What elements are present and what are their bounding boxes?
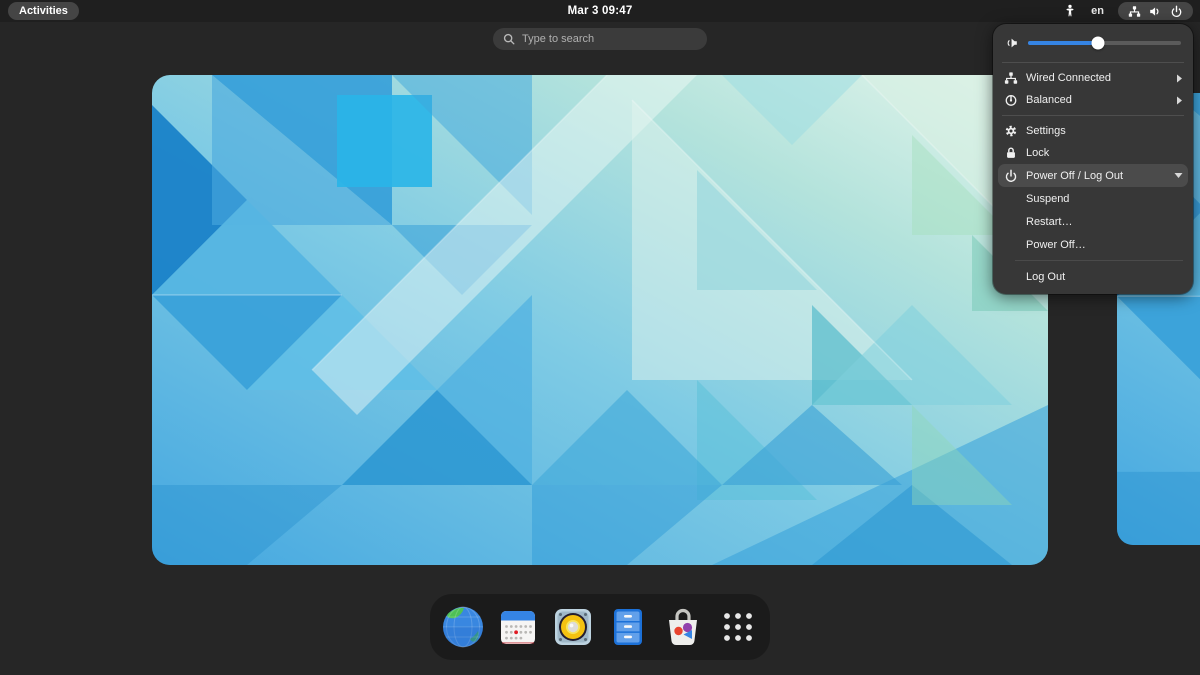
menu-item-restart[interactable]: Restart…: [993, 210, 1193, 233]
menu-item-log-out[interactable]: Log Out: [993, 265, 1193, 288]
wallpaper: [152, 75, 1048, 565]
volume-icon: [1149, 5, 1162, 18]
menu-item-label: Power Off…: [1026, 239, 1086, 251]
separator: [1002, 62, 1184, 63]
dock-item-music-player[interactable]: [550, 604, 596, 650]
menu-item-settings[interactable]: Settings: [993, 120, 1193, 142]
menu-item-label: Suspend: [1026, 193, 1069, 205]
menu-item-power-off-log-out[interactable]: Power Off / Log Out: [998, 164, 1188, 187]
menu-item-label: Balanced: [1026, 94, 1072, 106]
menu-item-label: Lock: [1026, 147, 1049, 159]
menu-item-label: Settings: [1026, 125, 1066, 137]
menu-item-power-off[interactable]: Power Off…: [993, 233, 1193, 256]
power-profile-icon: [1003, 93, 1018, 107]
accessibility-icon[interactable]: [1063, 4, 1077, 18]
dock-item-calendar[interactable]: [495, 604, 541, 650]
volume-slider-row: [993, 29, 1193, 58]
search-input[interactable]: [522, 33, 697, 45]
calendar-icon: [495, 604, 541, 650]
lock-icon: [1003, 146, 1018, 160]
search-icon: [503, 33, 515, 45]
separator: [1002, 115, 1184, 116]
menu-item-lock[interactable]: Lock: [993, 142, 1193, 164]
menu-item-power-profile[interactable]: Balanced: [993, 89, 1193, 111]
separator: [1015, 260, 1183, 261]
volume-slider-fill: [1028, 41, 1098, 45]
power-icon: [1003, 169, 1018, 183]
gear-icon: [1003, 124, 1018, 138]
dash: [430, 594, 770, 660]
speaker-icon: [1005, 36, 1019, 50]
search-bar[interactable]: [493, 28, 707, 50]
network-wired-icon: [1003, 71, 1018, 85]
system-status-area[interactable]: [1118, 2, 1193, 20]
app-grid-icon: [715, 604, 761, 650]
menu-item-wired-connected[interactable]: Wired Connected: [993, 67, 1193, 89]
activities-button[interactable]: Activities: [8, 2, 79, 20]
submenu-arrow-icon: [1176, 74, 1183, 83]
top-bar: Activities Mar 3 09:47 en: [0, 0, 1200, 22]
web-browser-icon: [440, 604, 486, 650]
dock-item-software[interactable]: [660, 604, 706, 650]
menu-item-label: Wired Connected: [1026, 72, 1111, 84]
submenu-arrow-icon: [1176, 96, 1183, 105]
power-icon: [1170, 5, 1183, 18]
menu-item-suspend[interactable]: Suspend: [993, 187, 1193, 210]
dock-item-files[interactable]: [605, 604, 651, 650]
workspace-thumbnail-current[interactable]: [152, 75, 1048, 565]
file-cabinet-icon: [605, 604, 651, 650]
dock-item-app-grid[interactable]: [715, 604, 761, 650]
software-bag-icon: [660, 604, 706, 650]
system-menu: Wired Connected Balanced Settings: [993, 24, 1193, 294]
expanded-arrow-icon: [1174, 172, 1183, 179]
volume-slider-knob[interactable]: [1092, 37, 1105, 50]
menu-item-label: Power Off / Log Out: [1026, 170, 1123, 182]
speaker-icon: [550, 604, 596, 650]
keyboard-layout-indicator[interactable]: en: [1091, 5, 1104, 17]
clock[interactable]: Mar 3 09:47: [0, 5, 1200, 17]
network-wired-icon: [1128, 5, 1141, 18]
dock-item-web-browser[interactable]: [440, 604, 486, 650]
volume-slider[interactable]: [1028, 36, 1181, 50]
menu-item-label: Restart…: [1026, 216, 1072, 228]
menu-item-label: Log Out: [1026, 271, 1065, 283]
